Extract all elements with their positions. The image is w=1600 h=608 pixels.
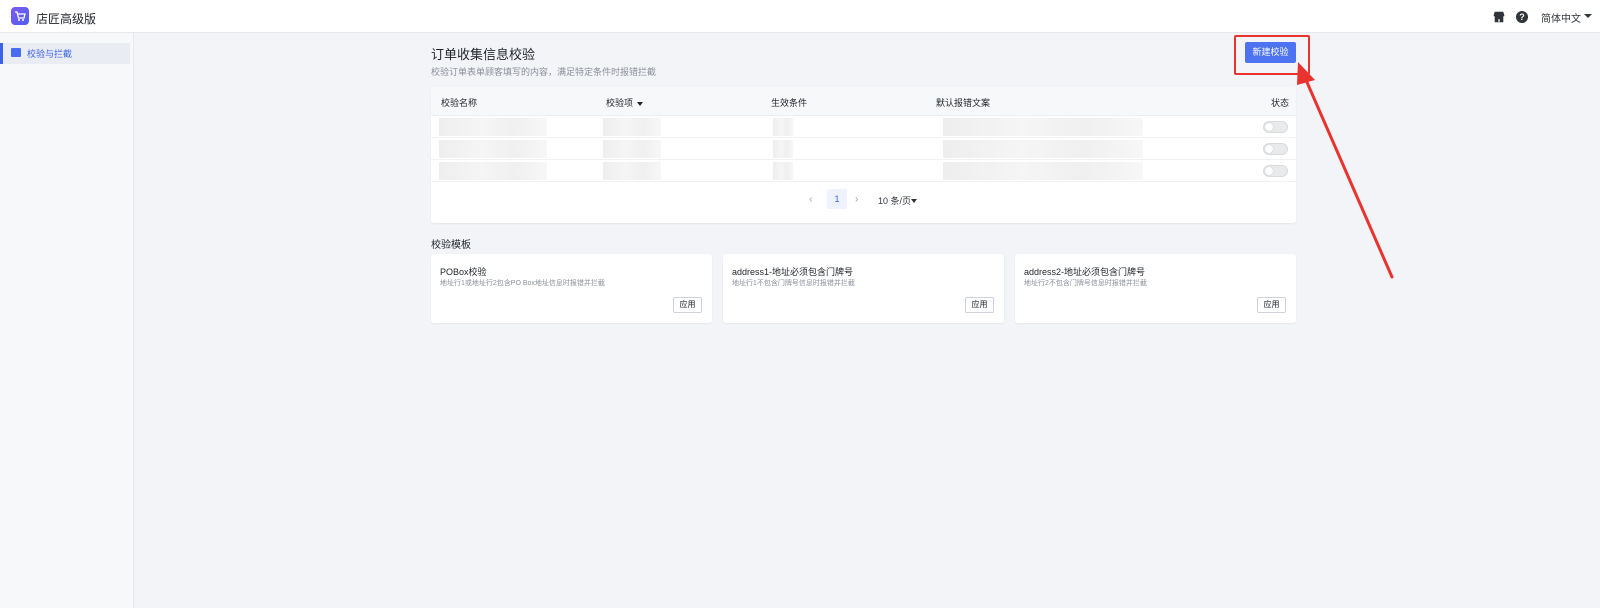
column-header-error-text: 默认报错文案: [936, 98, 991, 108]
chevron-right-icon[interactable]: ›: [855, 194, 858, 205]
template-description: 地址行1不包含门牌号信息时报错并拦截: [732, 280, 855, 287]
blurred-cell: [773, 118, 793, 136]
validation-icon: [11, 48, 21, 57]
table-row[interactable]: [431, 138, 1296, 160]
blurred-cell: [603, 140, 661, 158]
help-icon[interactable]: ?: [1516, 11, 1528, 23]
blurred-cell: [603, 118, 661, 136]
status-toggle[interactable]: [1263, 143, 1288, 155]
blurred-cell: [773, 140, 793, 158]
page-title: 订单收集信息校验: [431, 47, 536, 62]
template-description: 地址行1或地址行2包含PO Box地址信息时报错并拦截: [440, 280, 605, 287]
template-card: address2-地址必须包含门牌号 地址行2不包含门牌号信息时报错并拦截 应用: [1015, 254, 1296, 323]
top-bar: 店匠高级版 ? 简体中文: [0, 0, 1600, 33]
blurred-cell: [439, 140, 547, 158]
blurred-cell: [943, 162, 1143, 180]
templates-section-title: 校验模板: [431, 240, 471, 251]
chevron-left-icon[interactable]: ‹: [809, 194, 812, 205]
template-card: address1-地址必须包含门牌号 地址行1不包含门牌号信息时报错并拦截 应用: [723, 254, 1004, 323]
app-logo-icon[interactable]: [11, 7, 29, 25]
apply-template-button[interactable]: 应用: [673, 297, 702, 313]
page-description: 校验订单表单顾客填写的内容，满足特定条件时报错拦截: [431, 67, 657, 77]
column-header-status: 状态: [1271, 98, 1290, 108]
status-toggle[interactable]: [1263, 165, 1288, 177]
apply-template-button[interactable]: 应用: [1257, 297, 1286, 313]
column-header-label: 校验项: [606, 98, 634, 108]
new-validation-button[interactable]: 新建校验: [1245, 42, 1296, 63]
template-card: POBox校验 地址行1或地址行2包含PO Box地址信息时报错并拦截 应用: [431, 254, 712, 323]
column-header-item[interactable]: 校验项: [606, 96, 644, 109]
apply-template-button[interactable]: 应用: [965, 297, 994, 313]
pagination-page-current[interactable]: 1: [827, 189, 847, 209]
blurred-cell: [439, 162, 547, 180]
template-description: 地址行2不包含门牌号信息时报错并拦截: [1024, 280, 1147, 287]
column-header-name: 校验名称: [441, 98, 478, 108]
sidebar: 校验与拦截: [0, 33, 134, 608]
table-header: 校验名称 校验项 生效条件 默认报错文案 状态: [431, 87, 1296, 116]
blurred-cell: [943, 118, 1143, 136]
blurred-cell: [603, 162, 661, 180]
app-name: 店匠高级版: [36, 12, 97, 26]
language-selector[interactable]: 简体中文: [1541, 10, 1581, 25]
sidebar-item-validation[interactable]: 校验与拦截: [0, 43, 130, 64]
chevron-down-icon[interactable]: [1584, 14, 1592, 18]
template-title: address2-地址必须包含门牌号: [1024, 267, 1146, 277]
store-icon[interactable]: [1493, 11, 1505, 23]
template-title: POBox校验: [440, 267, 487, 277]
template-title: address1-地址必须包含门牌号: [732, 267, 854, 277]
sidebar-item-label: 校验与拦截: [27, 49, 73, 59]
caret-down-icon[interactable]: [911, 199, 917, 203]
blurred-cell: [943, 140, 1143, 158]
column-header-condition: 生效条件: [771, 98, 808, 108]
caret-down-icon[interactable]: [637, 101, 644, 106]
status-toggle[interactable]: [1263, 121, 1288, 133]
table-row[interactable]: [431, 160, 1296, 182]
page-size-selector[interactable]: 10 条/页: [878, 194, 911, 207]
validation-table: 校验名称 校验项 生效条件 默认报错文案 状态 ‹ 1 › 10 条/页: [431, 87, 1296, 223]
table-row[interactable]: [431, 116, 1296, 138]
blurred-cell: [439, 118, 547, 136]
blurred-cell: [773, 162, 793, 180]
